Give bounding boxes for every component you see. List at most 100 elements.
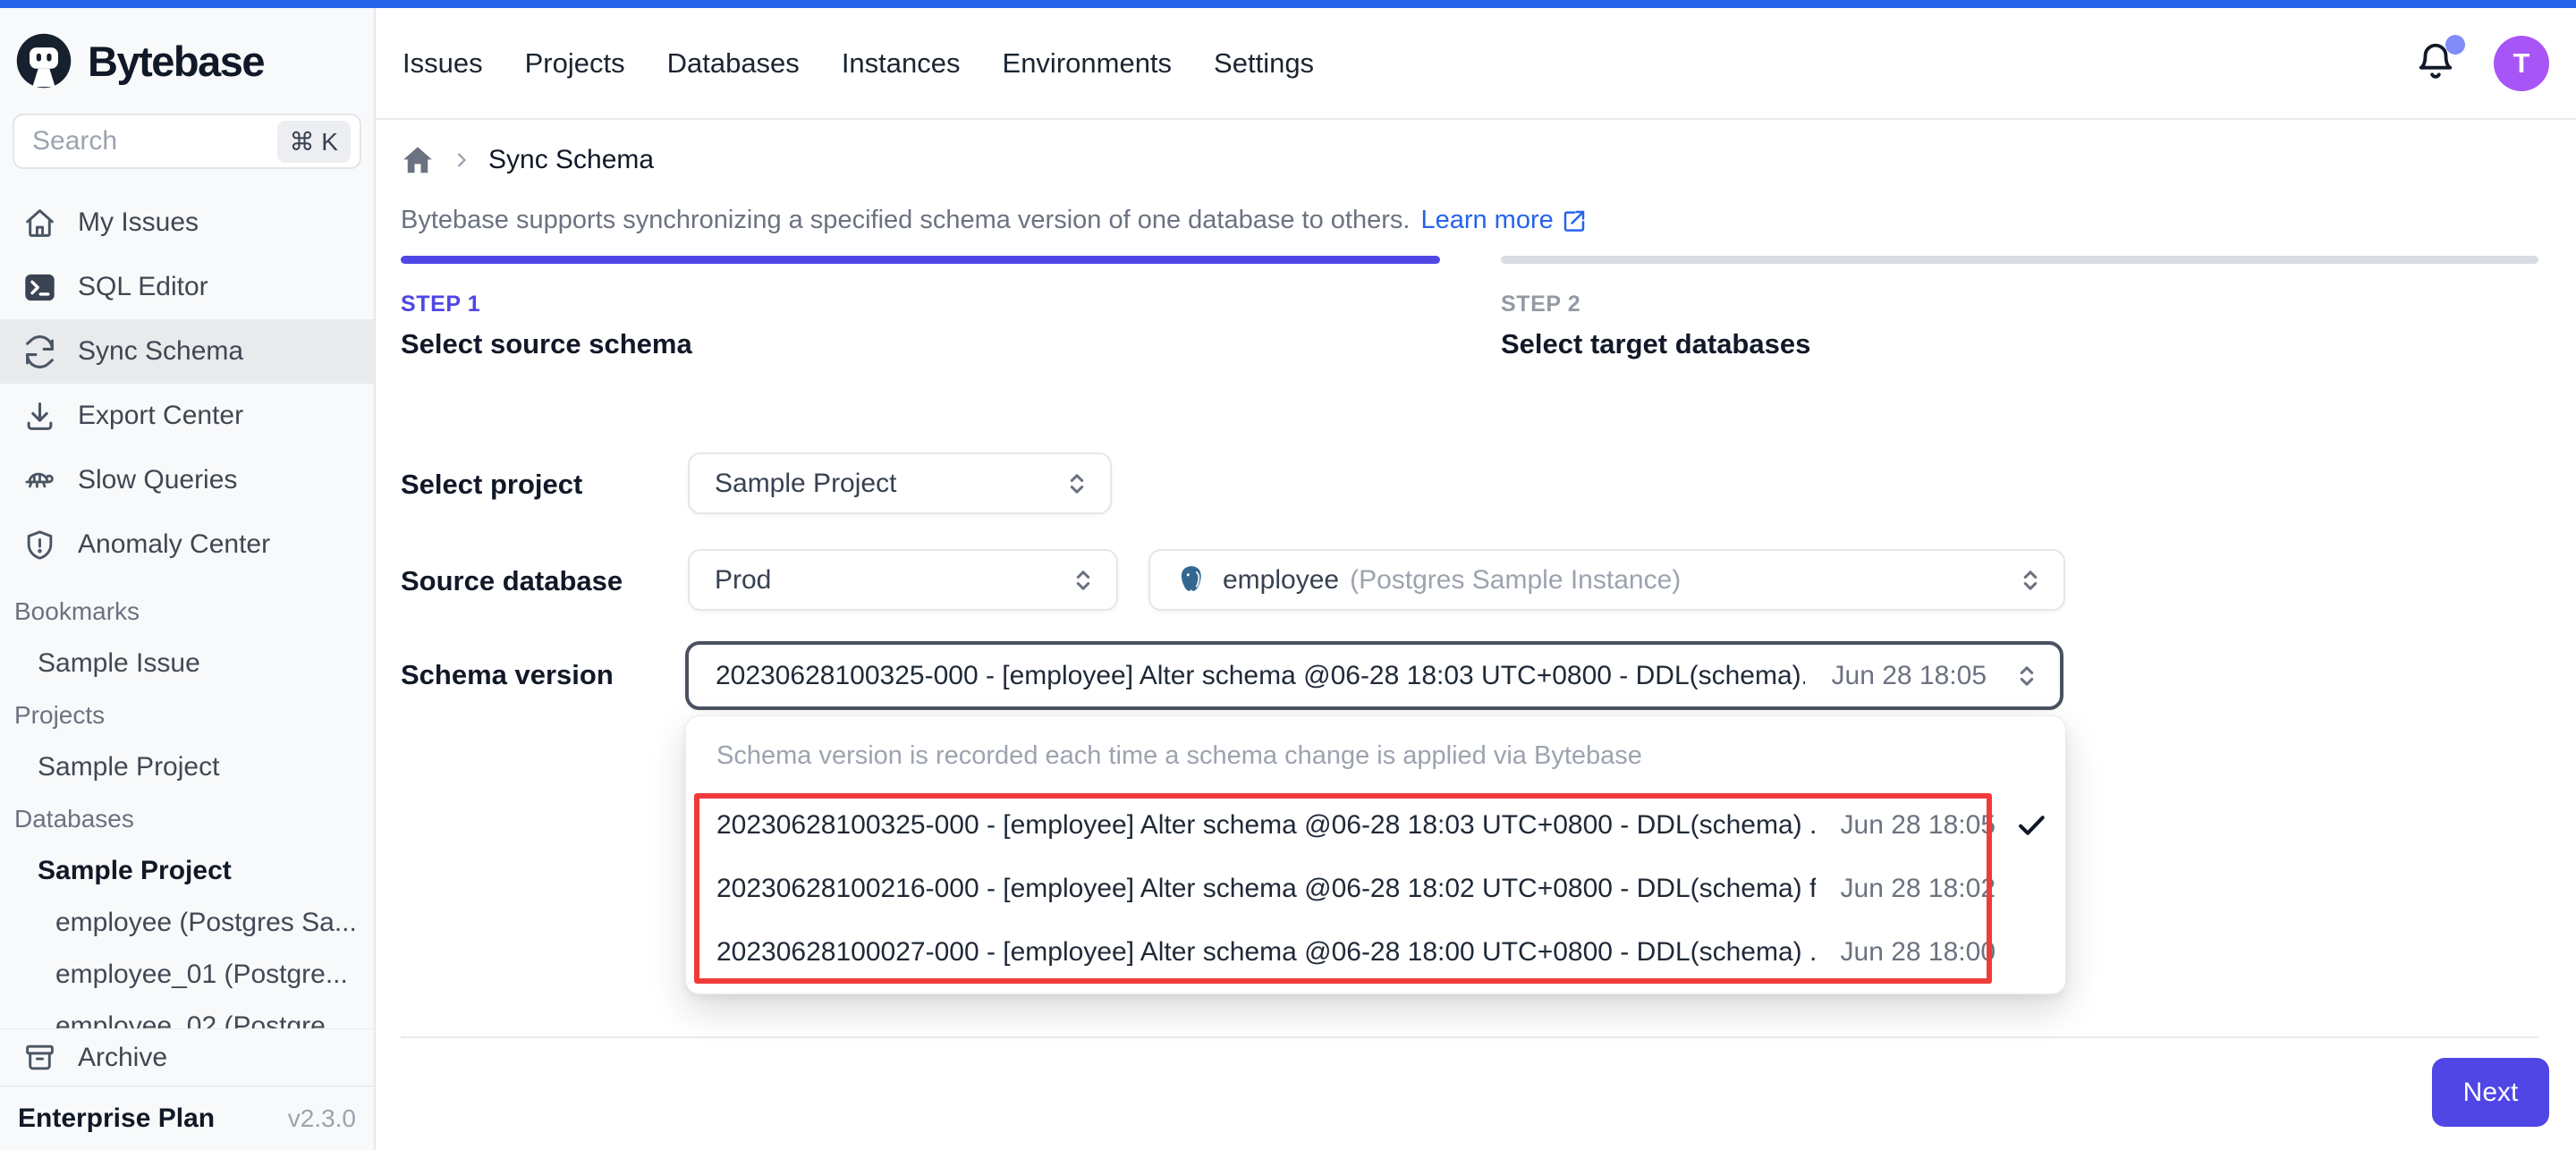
archive-label: Archive <box>78 1043 167 1073</box>
step-1-title: Select source schema <box>401 328 692 360</box>
download-icon <box>23 400 56 433</box>
shield-alert-icon <box>23 528 56 562</box>
database-select[interactable]: employee (Postgres Sample Instance) <box>1148 549 2065 611</box>
sidebar-sections: BookmarksSample IssueProjectsSample Proj… <box>0 580 374 1028</box>
sidebar-item-sync-schema[interactable]: Sync Schema <box>0 319 374 384</box>
progress-bar-step2 <box>1501 256 2538 264</box>
description-text: Bytebase supports synchronizing a specif… <box>401 206 1410 235</box>
topnav-item-databases[interactable]: Databases <box>667 47 800 80</box>
plan-version: v2.3.0 <box>288 1104 356 1133</box>
schema-version-date: Jun 28 18:05 <box>1832 661 1987 691</box>
schema-version-option[interactable]: 20230628100325-000 - [employee] Alter sc… <box>686 793 2065 857</box>
chevron-updown-icon <box>1068 565 1098 596</box>
sync-icon <box>23 335 56 368</box>
sidebar-item-sql-editor[interactable]: SQL Editor <box>0 255 374 319</box>
option-text: 20230628100325-000 - [employee] Alter sc… <box>716 810 1816 841</box>
brand-home-link[interactable]: Bytebase <box>0 8 374 108</box>
learn-more-link[interactable]: Learn more <box>1420 206 1587 235</box>
list-item[interactable]: Sample Project <box>0 845 374 897</box>
step-1-label: STEP 1 <box>401 292 692 317</box>
sidebar-item-anomaly-center[interactable]: Anomaly Center <box>0 512 374 577</box>
database-select-instance: (Postgres Sample Instance) <box>1350 565 1681 596</box>
step-2-indicator: STEP 2 Select target databases <box>1501 292 1810 360</box>
archive-box-icon <box>23 1041 56 1074</box>
plan-bar: Enterprise Plan v2.3.0 <box>0 1086 374 1150</box>
top-nav: Issues Projects Databases Instances Environm… <box>402 47 1314 80</box>
search-shortcut-badge: ⌘ K <box>277 121 351 163</box>
chevron-right-icon <box>449 148 474 173</box>
list-item[interactable]: employee_01 (Postgre... <box>0 949 374 1001</box>
breadcrumb: Sync Schema <box>401 143 654 177</box>
database-select-name: employee <box>1223 565 1339 596</box>
learn-more-label: Learn more <box>1420 206 1553 235</box>
step-1-indicator: STEP 1 Select source schema <box>401 292 692 360</box>
sidebar-item-archive[interactable]: Archive <box>0 1028 374 1086</box>
topnav-item-environments[interactable]: Environments <box>1003 47 1173 80</box>
check-icon <box>2012 808 2051 842</box>
external-link-icon <box>1561 207 1588 234</box>
main-area: Issues Projects Databases Instances Environm… <box>376 8 2576 1150</box>
option-text: 20230628100027-000 - [employee] Alter sc… <box>716 937 1816 968</box>
list-item[interactable]: Sample Project <box>0 741 374 793</box>
list-item[interactable]: employee (Postgres Sa... <box>0 897 374 949</box>
bytebase-app: Bytebase ⌘ K My Issues SQL Editor Sync Sch… <box>0 0 2576 1150</box>
project-select[interactable]: Sample Project <box>688 452 1112 514</box>
footer-divider <box>401 1036 2538 1038</box>
topnav-item-issues[interactable]: Issues <box>402 47 483 80</box>
sidebar-item-slow-queries[interactable]: Slow Queries <box>0 448 374 512</box>
brand-name: Bytebase <box>88 37 264 86</box>
option-text: 20230628100216-000 - [employee] Alter sc… <box>716 874 1816 904</box>
environment-select-value: Prod <box>715 565 771 596</box>
search-box[interactable]: ⌘ K <box>13 114 361 169</box>
top-accent-bar <box>0 0 2576 8</box>
avatar[interactable]: T <box>2494 36 2549 91</box>
chevron-updown-icon <box>2012 661 2042 691</box>
sidebar-item-label: My Issues <box>78 207 199 238</box>
schema-version-value: 20230628100325-000 - [employee] Alter sc… <box>716 661 1805 691</box>
schema-version-select[interactable]: 20230628100325-000 - [employee] Alter sc… <box>685 641 2063 710</box>
select-project-label: Select project <box>401 469 582 501</box>
terminal-icon <box>23 271 56 304</box>
notification-bell[interactable] <box>2415 40 2456 86</box>
sidebar-item-label: Export Center <box>78 401 243 431</box>
sidebar-item-export-center[interactable]: Export Center <box>0 384 374 448</box>
dropdown-options: 20230628100325-000 - [employee] Alter sc… <box>686 793 2065 984</box>
sidebar-item-my-issues[interactable]: My Issues <box>0 190 374 255</box>
chevron-updown-icon <box>1062 469 1092 499</box>
chevron-updown-icon <box>2015 565 2046 596</box>
sidebar-item-label: SQL Editor <box>78 272 208 302</box>
top-header: Issues Projects Databases Instances Environm… <box>376 8 2576 120</box>
home-icon[interactable] <box>401 143 435 177</box>
search-input[interactable] <box>32 126 277 156</box>
sidebar: Bytebase ⌘ K My Issues SQL Editor Sync Sch… <box>0 8 376 1150</box>
section-header-databases: Databases <box>0 793 374 845</box>
page-title: Sync Schema <box>488 145 654 175</box>
sidebar-item-label: Anomaly Center <box>78 529 270 560</box>
section-header-projects: Projects <box>0 689 374 741</box>
notification-dot <box>2445 35 2465 55</box>
plan-name: Enterprise Plan <box>18 1103 215 1134</box>
progress-bar-step1 <box>401 256 1440 264</box>
topnav-item-instances[interactable]: Instances <box>842 47 961 80</box>
project-select-value: Sample Project <box>715 469 896 499</box>
app-shell: Bytebase ⌘ K My Issues SQL Editor Sync Sch… <box>0 8 2576 1150</box>
topnav-item-settings[interactable]: Settings <box>1214 47 1314 80</box>
option-date: Jun 28 18:05 <box>1841 810 1996 841</box>
schema-version-option[interactable]: 20230628100216-000 - [employee] Alter sc… <box>686 857 2065 920</box>
step-2-label: STEP 2 <box>1501 292 1810 317</box>
schema-version-label: Schema version <box>401 659 614 691</box>
schema-version-dropdown: Schema version is recorded each time a s… <box>685 715 2066 994</box>
environment-select[interactable]: Prod <box>688 549 1118 611</box>
sidebar-nav: My Issues SQL Editor Sync Schema Export Cen… <box>0 185 374 580</box>
list-item[interactable]: Sample Issue <box>0 638 374 689</box>
postgres-icon <box>1175 563 1208 596</box>
home-icon <box>23 207 56 240</box>
topnav-item-projects[interactable]: Projects <box>525 47 625 80</box>
content: Sync Schema Bytebase supports synchroniz… <box>376 120 2576 1150</box>
schema-version-option[interactable]: 20230628100027-000 - [employee] Alter sc… <box>686 920 2065 984</box>
bytebase-logo-icon <box>14 31 73 90</box>
next-button[interactable]: Next <box>2432 1058 2549 1127</box>
list-item[interactable]: employee_02 (Postgre <box>0 1001 374 1028</box>
dropdown-note: Schema version is recorded each time a s… <box>716 741 1642 771</box>
section-header-bookmarks: Bookmarks <box>0 586 374 638</box>
